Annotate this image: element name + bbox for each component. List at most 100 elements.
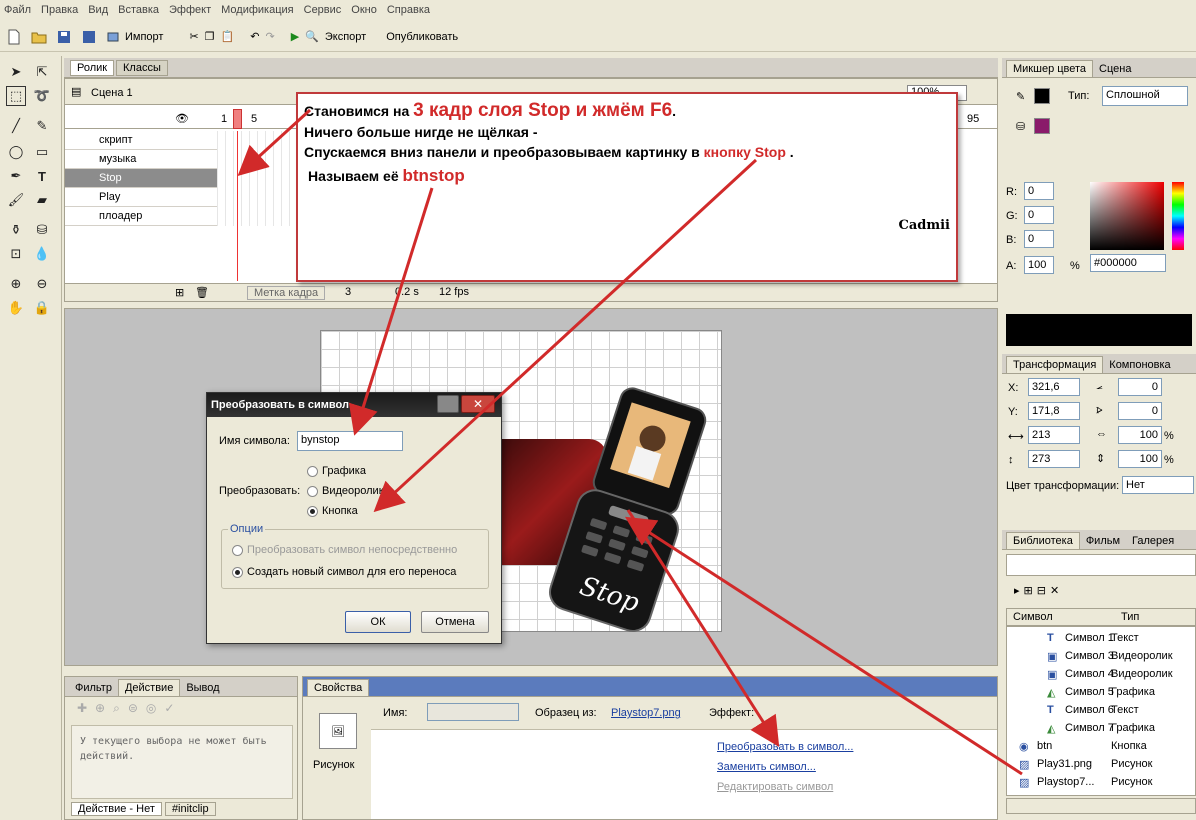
fill-bucket-icon[interactable]: ⛁ [1016,120,1025,133]
free-transform-tool-icon[interactable]: ⬚ [6,86,26,106]
rectangle-tool-icon[interactable]: ▭ [32,142,52,162]
cancel-button[interactable]: Отмена [421,611,489,633]
tab-transform[interactable]: Трансформация [1006,356,1104,373]
tab-classes[interactable]: Классы [116,60,168,76]
tab-filter[interactable]: Фильтр [69,680,118,696]
library-item[interactable]: ◭ Символ 5 Графика [1047,683,1196,701]
col-symbol[interactable]: Символ [1013,611,1053,623]
layer-row[interactable]: музыка [65,150,217,169]
close-icon[interactable]: ✕ [461,395,495,413]
tab-film[interactable]: Фильм [1080,533,1126,549]
rotate-input[interactable]: 0 [1118,378,1162,396]
oval-tool-icon[interactable]: ◯ [6,142,26,162]
play-icon[interactable]: ▶ [291,26,299,48]
paint-bucket-tool-icon[interactable]: ⛁ [32,220,52,240]
library-item[interactable]: T Символ 6 Текст [1047,701,1196,719]
menu-file[interactable]: Файл [4,4,31,16]
frame-cells[interactable] [217,131,297,226]
library-item[interactable]: ◉ btn Кнопка [1019,737,1191,755]
layer-row[interactable]: Play [65,188,217,207]
minimize-icon[interactable] [437,395,459,413]
tab-movie[interactable]: Ролик [70,60,115,76]
ok-button[interactable]: ОК [345,611,411,633]
y-input[interactable]: 171,8 [1028,402,1080,420]
stroke-pencil-icon[interactable]: ✎ [1016,90,1025,103]
tab-initclip[interactable]: #initclip [164,802,216,816]
tab-color-mixer[interactable]: Микшер цвета [1006,60,1094,77]
cut-icon[interactable]: ✂ [189,26,198,48]
green-input[interactable]: 0 [1024,206,1054,224]
option-button[interactable]: Кнопка [307,505,358,517]
option-graphic[interactable]: Графика [307,465,366,477]
lock-icon[interactable]: 🔒 [32,298,52,318]
col-type[interactable]: Тип [1121,611,1139,623]
subselect-tool-icon[interactable]: ⇱ [32,62,52,82]
tab-properties[interactable]: Свойства [307,679,370,696]
tab-library[interactable]: Библиотека [1006,532,1080,549]
tab-align[interactable]: Компоновка [1103,357,1176,373]
eye-icon[interactable]: 👁 [175,112,189,125]
arrow-tool-icon[interactable]: ➤ [6,62,26,82]
line-tool-icon[interactable]: ╱ [6,116,26,136]
add-layer-icon[interactable]: ⊞ [175,286,184,299]
x-input[interactable]: 321,6 [1028,378,1080,396]
blue-input[interactable]: 0 [1024,230,1054,248]
fill-color-swatch[interactable] [1034,118,1050,134]
tab-actions[interactable]: Действие [117,679,181,696]
menu-tools[interactable]: Сервис [304,4,342,16]
menu-window[interactable]: Окно [351,4,377,16]
tab-gallery[interactable]: Галерея [1126,533,1180,549]
tab-output[interactable]: Вывод [180,680,225,696]
frame-label-field[interactable]: Метка кадра [247,286,326,300]
zoom-out-icon[interactable]: ⊖ [32,274,52,294]
layer-row[interactable]: плоадер [65,207,217,226]
library-item[interactable]: ▣ Символ 3 Видеоролик [1047,647,1196,665]
fill-type-select[interactable]: Сплошной [1102,86,1188,106]
copy-icon[interactable]: ❐ [205,26,215,48]
open-folder-icon[interactable] [31,26,50,48]
menu-effect[interactable]: Эффект [169,4,211,16]
tab-scene[interactable]: Сцена [1093,61,1137,77]
lasso-tool-icon[interactable]: ➰ [32,86,52,106]
redo-icon[interactable]: ↷ [265,26,274,48]
option-create-new[interactable]: Создать новый символ для его переноса [232,566,456,578]
source-link[interactable]: Playstop7.png [611,707,681,719]
skew-input[interactable]: 0 [1118,402,1162,420]
color-transform-select[interactable]: Нет [1122,476,1194,494]
ink-bottle-tool-icon[interactable]: ⚱ [6,220,26,240]
radio-create-new[interactable] [232,566,243,578]
import-button[interactable]: Импорт [106,26,163,48]
menu-modify[interactable]: Модификация [221,4,294,16]
scale-height-input[interactable]: 100 [1118,450,1162,468]
library-item[interactable]: T Символ 1 Текст [1047,629,1196,647]
phone-image[interactable]: Stop [535,383,725,633]
pen-tool-icon[interactable]: ✒ [6,166,26,186]
replace-symbol-link[interactable]: Заменить символ... [717,761,816,773]
alpha-input[interactable]: 100 [1024,256,1054,274]
save-icon[interactable] [56,26,75,48]
library-item[interactable]: ▣ Символ 4 Видеоролик [1047,665,1196,683]
menu-view[interactable]: Вид [88,4,108,16]
undo-icon[interactable]: ↶ [250,26,259,48]
brush-tool-icon[interactable]: 🖌 [6,190,26,210]
library-item[interactable]: ◭ Символ 7 Графика [1047,719,1196,737]
scene-label[interactable]: Сцена 1 [91,87,133,99]
color-spectrum[interactable] [1090,182,1164,250]
layer-row-selected[interactable]: Stop [65,169,217,188]
new-file-icon[interactable] [6,26,25,48]
red-input[interactable]: 0 [1024,182,1054,200]
trash-icon[interactable]: 🗑 [195,286,209,299]
radio-graphic[interactable] [307,465,318,477]
convert-to-symbol-link[interactable]: Преобразовать в символ... [717,741,853,753]
preview-icon[interactable]: 🔍 [305,26,319,48]
radio-convert-directly[interactable] [232,544,243,556]
option-convert-directly[interactable]: Преобразовать символ непосредственно [232,544,457,556]
library-item[interactable]: ▨ Play31.png Рисунок [1019,755,1191,773]
instance-name-input[interactable] [427,703,519,721]
hand-tool-icon[interactable]: ✋ [6,298,26,318]
hex-input[interactable]: #000000 [1090,254,1166,272]
publish-button[interactable]: Опубликовать [386,26,458,48]
width-input[interactable]: 213 [1028,426,1080,444]
library-item[interactable]: ▨ Playstop7... Рисунок [1019,773,1191,791]
save-all-icon[interactable] [81,26,100,48]
